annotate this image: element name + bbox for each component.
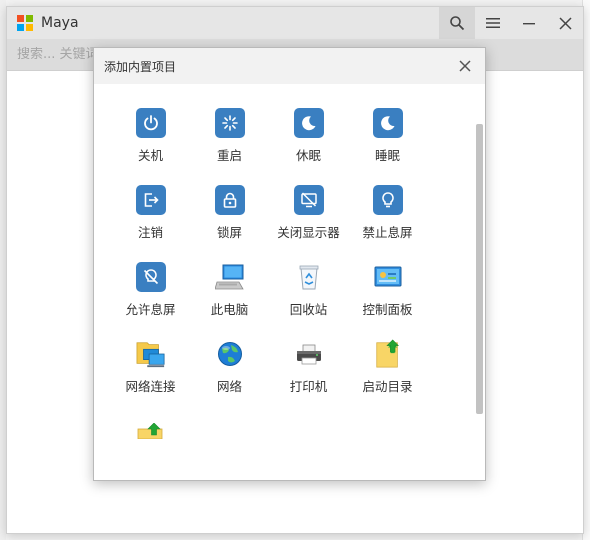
lock-icon (214, 185, 245, 215)
builtin-item-printers[interactable]: 打印机 (269, 339, 348, 416)
builtin-item-label: 网络 (216, 379, 242, 394)
control-panel-icon (373, 262, 403, 292)
close-icon (459, 60, 471, 72)
minimize-button[interactable] (511, 7, 547, 39)
builtin-item-this-pc[interactable]: 此电脑 (190, 262, 269, 339)
builtin-item-label: 控制面板 (362, 302, 413, 317)
builtin-item-turn-off-display[interactable]: 关闭显示器 (269, 185, 348, 262)
builtin-item-label: 打印机 (289, 379, 328, 394)
builtin-item-hibernate[interactable]: 休眠 (269, 108, 348, 185)
builtin-item-shutdown[interactable]: 关机 (111, 108, 190, 185)
builtin-item-label: 睡眠 (374, 148, 400, 163)
builtin-item-label: 网络连接 (125, 379, 176, 394)
builtin-item-label: 锁屏 (216, 225, 242, 240)
builtin-item-label: 允许息屏 (125, 302, 176, 317)
builtin-items-grid: 关机 重启 休眠 睡眠注销 锁屏 关闭显示器 禁止息屏允许息屏 此电脑 回收站 控制面板网络连接 网… (94, 108, 454, 480)
builtin-item-allow-screen-off[interactable]: 允许息屏 (111, 262, 190, 339)
builtin-item-control-panel[interactable]: 控制面板 (348, 262, 427, 339)
menu-button[interactable] (475, 7, 511, 39)
builtin-item-network-connections[interactable]: 网络连接 (111, 339, 190, 416)
minimize-icon (523, 23, 535, 25)
builtin-item-label: 关闭显示器 (277, 225, 340, 240)
builtin-item-lock-screen[interactable]: 锁屏 (190, 185, 269, 262)
builtin-item-label: 禁止息屏 (362, 225, 413, 240)
builtin-item-network[interactable]: 网络 (190, 339, 269, 416)
bulb-icon (372, 185, 403, 215)
search-icon (450, 16, 465, 31)
builtin-item-label: 启动目录 (362, 379, 413, 394)
dialog-scrollbar[interactable] (476, 124, 483, 414)
builtin-item-label: 关机 (137, 148, 163, 163)
builtin-item-sleep[interactable]: 睡眠 (348, 108, 427, 185)
builtin-item-label: 回收站 (289, 302, 328, 317)
folder-up-icon (136, 416, 166, 446)
add-builtin-dialog: 添加内置项目 关机 重启 休眠 睡眠注销 锁屏 关闭显示器 禁止息屏允许息屏 此电脑 回收站 控制… (93, 47, 486, 481)
dialog-body: 关机 重启 休眠 睡眠注销 锁屏 关闭显示器 禁止息屏允许息屏 此电脑 回收站 控制面板网络连接 网… (94, 84, 485, 480)
builtin-item-label: 注销 (137, 225, 163, 240)
network-connections-icon (136, 339, 166, 369)
builtin-item-item-16[interactable] (111, 416, 190, 480)
startup-folder-icon (373, 339, 403, 369)
title-bar[interactable]: Maya (7, 7, 583, 39)
builtin-item-logout[interactable]: 注销 (111, 185, 190, 262)
builtin-item-restart[interactable]: 重启 (190, 108, 269, 185)
recycle-bin-icon (294, 262, 324, 292)
printer-icon (294, 339, 324, 369)
restart-icon (214, 108, 245, 138)
builtin-item-label: 休眠 (295, 148, 321, 163)
close-window-button[interactable] (547, 7, 583, 39)
bulb-off-icon (135, 262, 166, 292)
builtin-item-recycle-bin[interactable]: 回收站 (269, 262, 348, 339)
close-icon (558, 16, 572, 30)
app-logo-icon (17, 15, 33, 31)
moon-icon (372, 108, 403, 138)
logout-icon (135, 185, 166, 215)
dialog-title: 添加内置项目 (104, 59, 177, 74)
power-icon (135, 108, 166, 138)
dialog-close-button[interactable] (455, 56, 475, 76)
builtin-item-startup-folder[interactable]: 启动目录 (348, 339, 427, 416)
globe-icon (215, 339, 245, 369)
moon-icon (293, 108, 324, 138)
menu-icon (486, 18, 500, 28)
builtin-item-label: 重启 (216, 148, 242, 163)
app-title: Maya (41, 15, 79, 31)
builtin-item-label: 此电脑 (210, 302, 249, 317)
monitor-off-icon (293, 185, 324, 215)
dialog-header[interactable]: 添加内置项目 (94, 48, 485, 84)
search-button[interactable] (439, 7, 475, 39)
builtin-item-prevent-screen-off[interactable]: 禁止息屏 (348, 185, 427, 262)
computer-icon (214, 262, 245, 292)
